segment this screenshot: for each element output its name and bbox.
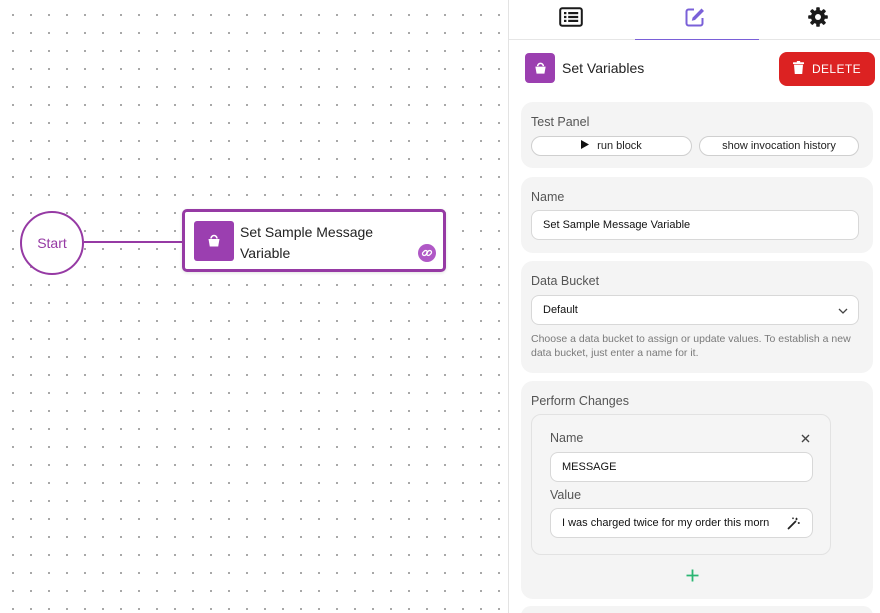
plus-icon xyxy=(686,569,699,586)
variable-change-item: Name MESSAGE Value I was charged twice f… xyxy=(531,414,831,555)
data-bucket-label: Data Bucket xyxy=(531,274,600,288)
block-node-title: Set Sample Message Variable xyxy=(240,224,374,261)
block-name-value: Set Sample Message Variable xyxy=(543,219,691,231)
panel-tabs xyxy=(509,0,880,40)
history-button-label: show invocation history xyxy=(722,140,836,152)
delete-button-label: DELETE xyxy=(811,62,862,76)
show-invocation-history-button[interactable]: show invocation history xyxy=(699,136,859,156)
delete-button[interactable]: DELETE xyxy=(779,52,875,86)
start-node[interactable]: Start xyxy=(20,211,84,275)
variable-value-text: I was charged twice for my order this mo… xyxy=(562,517,770,529)
variable-name-input[interactable]: MESSAGE xyxy=(550,452,813,482)
tab-settings[interactable] xyxy=(756,0,880,39)
flow-canvas[interactable]: Start Set Sample Message Variable xyxy=(0,0,508,613)
tab-list[interactable] xyxy=(509,0,633,39)
data-bucket-select[interactable]: Default xyxy=(531,295,859,325)
edit-icon xyxy=(684,6,706,33)
name-label: Name xyxy=(531,190,565,204)
data-bucket-selected: Default xyxy=(543,304,578,316)
data-bucket-card: Data Bucket Default Choose a data bucket… xyxy=(521,261,873,373)
run-block-label: run block xyxy=(597,140,642,152)
perform-changes-card: Perform Changes Name MESSAGE Value I was… xyxy=(521,381,873,599)
panel-header: Set Variables DELETE xyxy=(525,52,875,86)
next-section-card xyxy=(521,606,873,613)
set-variables-block-node[interactable]: Set Sample Message Variable xyxy=(182,209,446,272)
variable-name-label: Name xyxy=(550,431,584,445)
chevron-down-icon xyxy=(838,306,848,318)
data-bucket-helper-text: Choose a data bucket to assign or update… xyxy=(531,333,851,359)
test-panel-card: Test Panel run block show invocation his… xyxy=(521,102,873,168)
variable-value-input[interactable]: I was charged twice for my order this mo… xyxy=(550,508,813,538)
variable-value-label: Value xyxy=(550,488,582,502)
close-icon[interactable] xyxy=(801,430,810,448)
tab-edit[interactable] xyxy=(633,0,757,39)
gear-icon xyxy=(807,6,829,33)
add-change-button[interactable] xyxy=(686,569,699,587)
connection-edge xyxy=(84,241,184,243)
trash-icon xyxy=(792,61,804,77)
block-name-input[interactable]: Set Sample Message Variable xyxy=(531,210,859,240)
bucket-icon xyxy=(194,221,234,261)
test-panel-label: Test Panel xyxy=(531,115,590,129)
start-node-label: Start xyxy=(37,235,67,251)
play-icon xyxy=(581,140,590,152)
perform-changes-label: Perform Changes xyxy=(531,394,629,408)
name-card: Name Set Sample Message Variable xyxy=(521,177,873,253)
panel-title: Set Variables xyxy=(562,60,645,76)
magic-wand-icon[interactable] xyxy=(787,517,800,533)
properties-panel: Set Variables DELETE Test Panel run bloc… xyxy=(508,0,880,613)
run-block-button[interactable]: run block xyxy=(531,136,692,156)
list-icon xyxy=(559,7,583,32)
link-icon[interactable] xyxy=(418,244,436,262)
variable-name-value: MESSAGE xyxy=(562,461,617,473)
bucket-icon xyxy=(525,53,555,83)
active-tab-indicator xyxy=(635,38,759,40)
